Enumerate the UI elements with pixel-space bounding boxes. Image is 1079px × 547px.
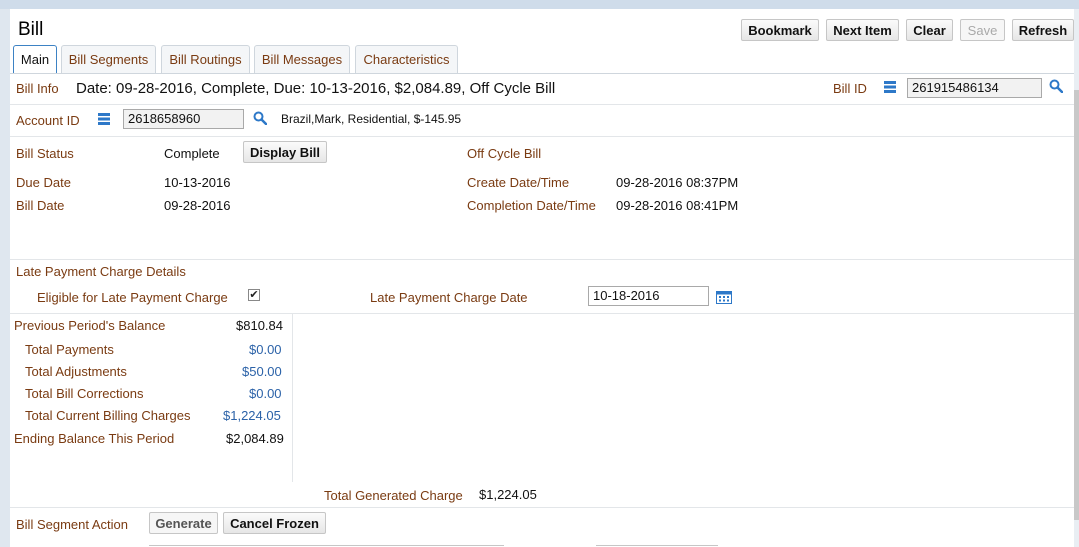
ending-balance-value: $2,084.89 <box>226 431 284 446</box>
clear-button[interactable]: Clear <box>906 19 953 41</box>
bill-date-value: 09-28-2016 <box>164 198 231 213</box>
previous-balance-label: Previous Period's Balance <box>14 318 166 333</box>
bill-info-label: Bill Info <box>16 81 59 96</box>
cutoff-controls <box>149 545 504 546</box>
scrollbar-thumb[interactable] <box>1074 90 1079 520</box>
cutoff-controls <box>596 545 718 546</box>
account-id-input[interactable]: 2618658960 <box>123 109 244 129</box>
previous-balance-value: $810.84 <box>236 318 283 333</box>
bill-id-label: Bill ID <box>833 81 867 96</box>
divider <box>10 507 1074 508</box>
late-payment-eligible-checkbox[interactable]: ✔ <box>248 289 260 301</box>
tab-bill-segments[interactable]: Bill Segments <box>61 45 156 73</box>
completion-datetime-label: Completion Date/Time <box>467 198 596 213</box>
total-generated-charge-value: $1,224.05 <box>479 487 537 502</box>
due-date-value: 10-13-2016 <box>164 175 231 190</box>
total-adjustments-link[interactable]: $50.00 <box>242 364 282 379</box>
total-adjustments-label: Total Adjustments <box>25 364 127 379</box>
completion-datetime-value: 09-28-2016 08:41PM <box>616 198 739 213</box>
search-icon[interactable] <box>253 111 268 128</box>
calendar-icon[interactable] <box>716 290 732 307</box>
tab-underline <box>10 73 1074 74</box>
refresh-button[interactable]: Refresh <box>1012 19 1074 41</box>
total-payments-link[interactable]: $0.00 <box>249 342 282 357</box>
off-cycle-label: Off Cycle Bill <box>467 146 542 161</box>
total-generated-charge-label: Total Generated Charge <box>324 488 463 503</box>
tab-characteristics[interactable]: Characteristics <box>355 45 458 73</box>
late-payment-date-label: Late Payment Charge Date <box>370 290 528 305</box>
late-payment-section-title: Late Payment Charge Details <box>16 264 186 279</box>
bill-segment-action-label: Bill Segment Action <box>16 517 129 532</box>
bill-info-summary: Date: 09-28-2016, Complete, Due: 10-13-2… <box>76 80 556 97</box>
bill-status-label: Bill Status <box>16 146 74 161</box>
tab-bill-routings[interactable]: Bill Routings <box>161 45 250 73</box>
divider <box>10 136 1074 137</box>
bill-status-value: Complete <box>164 146 220 161</box>
total-bill-corrections-link[interactable]: $0.00 <box>249 386 282 401</box>
display-bill-button[interactable]: Display Bill <box>243 141 327 163</box>
due-date-label: Due Date <box>16 175 71 190</box>
bill-date-label: Bill Date <box>16 198 65 213</box>
bill-id-input[interactable]: 261915486134 <box>907 78 1042 98</box>
total-bill-corrections-label: Total Bill Corrections <box>25 386 144 401</box>
bill-page: Bill Bookmark Next Item Clear Save Refre… <box>10 9 1074 547</box>
late-payment-eligible-label: Eligible for Late Payment Charge <box>37 290 228 305</box>
create-datetime-label: Create Date/Time <box>467 175 570 190</box>
cancel-frozen-button[interactable]: Cancel Frozen <box>223 512 326 534</box>
list-icon[interactable] <box>98 113 110 128</box>
total-current-charges-link[interactable]: $1,224.05 <box>223 408 281 423</box>
left-frame <box>0 9 10 547</box>
bookmark-button[interactable]: Bookmark <box>741 19 819 41</box>
late-payment-date-input[interactable]: 10-18-2016 <box>588 286 709 306</box>
generate-button[interactable]: Generate <box>149 512 218 534</box>
next-item-button[interactable]: Next Item <box>826 19 899 41</box>
divider <box>10 104 1074 105</box>
divider <box>10 313 1074 314</box>
total-payments-label: Total Payments <box>25 342 114 357</box>
balance-divider <box>292 314 293 482</box>
create-datetime-value: 09-28-2016 08:37PM <box>616 175 739 190</box>
list-icon[interactable] <box>884 81 896 96</box>
divider <box>10 259 1074 260</box>
window-top-bar <box>0 0 1079 9</box>
tab-main[interactable]: Main <box>13 45 57 74</box>
search-icon[interactable] <box>1049 79 1064 96</box>
page-title: Bill <box>18 19 44 40</box>
account-description: Brazil,Mark, Residential, $-145.95 <box>281 112 462 126</box>
account-id-label: Account ID <box>16 113 80 128</box>
ending-balance-label: Ending Balance This Period <box>14 431 175 446</box>
total-current-charges-label: Total Current Billing Charges <box>25 408 191 423</box>
save-button[interactable]: Save <box>960 19 1005 41</box>
tab-bill-messages[interactable]: Bill Messages <box>254 45 350 73</box>
